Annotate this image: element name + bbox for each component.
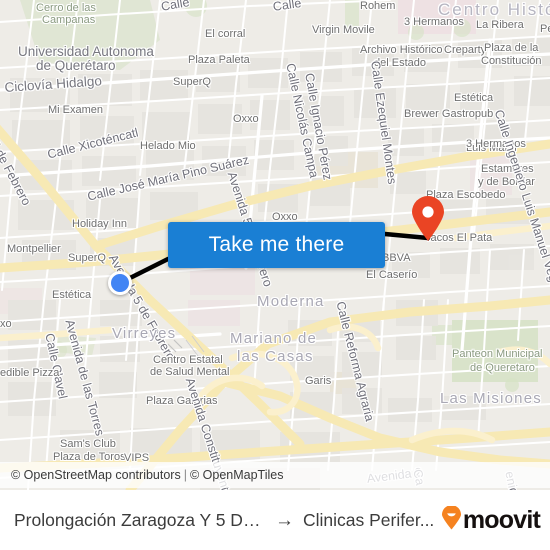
attribution-separator: | <box>183 468 187 482</box>
take-me-there-button[interactable]: Take me there <box>168 222 385 268</box>
moovit-pin-icon <box>441 504 462 535</box>
map-canvas[interactable]: .blk { fill:#e6e4df; } .blk2 { fill:#ece… <box>0 0 550 490</box>
moovit-wordmark: moovit <box>462 505 541 534</box>
arrow-right-icon: → <box>275 509 294 531</box>
attribution-osm[interactable]: © OpenStreetMap contributors <box>11 468 181 482</box>
destination-marker[interactable] <box>411 196 445 242</box>
moovit-trip-screen: .blk { fill:#e6e4df; } .blk2 { fill:#ece… <box>0 0 550 550</box>
attribution-maptiles[interactable]: © OpenMapTiles <box>190 468 284 482</box>
trip-footer-bar: Prolongación Zaragoza Y 5 De F... → Clin… <box>0 490 550 550</box>
trip-destination-label: Clinicas Perifer... <box>303 509 435 530</box>
moovit-logo[interactable]: moovit <box>441 504 541 535</box>
map-attribution: © OpenStreetMap contributors | © OpenMapTi… <box>0 462 550 488</box>
trip-origin-label: Prolongación Zaragoza Y 5 De F... <box>14 509 266 530</box>
origin-marker[interactable] <box>108 271 132 295</box>
